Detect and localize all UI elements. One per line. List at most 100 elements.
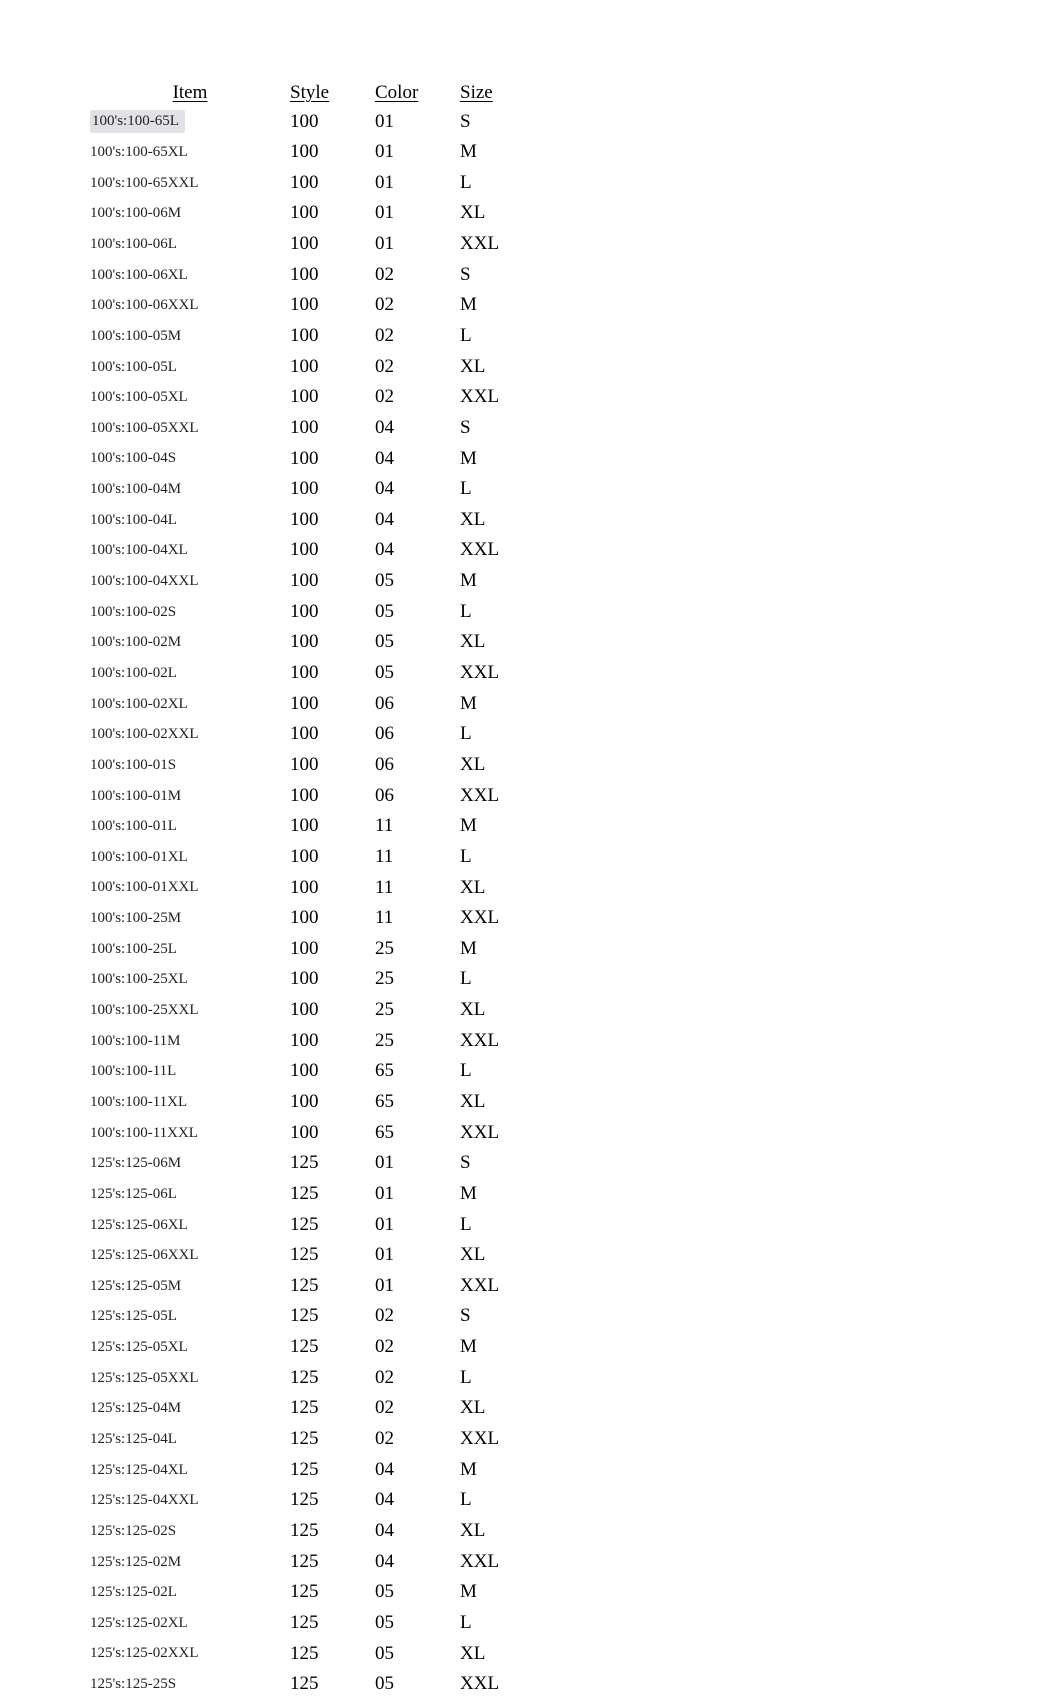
cell-style: 125 — [290, 1209, 375, 1240]
table-row: 125's:125-04XL12504M — [90, 1454, 530, 1485]
table-row: 125's:125-04M12502XL — [90, 1393, 530, 1424]
cell-color: 25 — [375, 964, 460, 995]
cell-style: 100 — [290, 535, 375, 566]
highlighted-item: 100's:100-65L — [90, 110, 185, 132]
cell-style: 100 — [290, 137, 375, 168]
cell-item: 125's:125-04L — [90, 1424, 290, 1455]
cell-item: 125's:125-05XXL — [90, 1362, 290, 1393]
cell-size: XXL — [460, 1669, 530, 1699]
table-row: 125's:125-05L12502S — [90, 1301, 530, 1332]
cell-color: 06 — [375, 780, 460, 811]
cell-item: 100's:100-06M — [90, 198, 290, 229]
cell-style: 100 — [290, 749, 375, 780]
cell-color: 04 — [375, 504, 460, 535]
cell-style: 100 — [290, 1025, 375, 1056]
cell-size: L — [460, 1607, 530, 1638]
cell-item: 100's:100-02XXL — [90, 719, 290, 750]
cell-style: 100 — [290, 167, 375, 198]
cell-size: XXL — [460, 1270, 530, 1301]
cell-style: 100 — [290, 1117, 375, 1148]
cell-color: 05 — [375, 596, 460, 627]
cell-item: 100's:100-65L — [90, 106, 290, 137]
table-row: 125's:125-02XXL12505XL — [90, 1638, 530, 1669]
cell-style: 125 — [290, 1669, 375, 1699]
cell-style: 100 — [290, 198, 375, 229]
col-header-item: Item — [90, 80, 290, 106]
cell-size: XL — [460, 504, 530, 535]
cell-color: 65 — [375, 1087, 460, 1118]
cell-item: 125's:125-05XL — [90, 1332, 290, 1363]
cell-color: 02 — [375, 1332, 460, 1363]
cell-item: 100's:100-06XXL — [90, 290, 290, 321]
table-row: 100's:100-65XXL10001L — [90, 167, 530, 198]
cell-item: 100's:100-05XL — [90, 382, 290, 413]
cell-item: 100's:100-04XL — [90, 535, 290, 566]
cell-color: 06 — [375, 749, 460, 780]
cell-item: 100's:100-02M — [90, 627, 290, 658]
cell-size: M — [460, 290, 530, 321]
cell-style: 100 — [290, 596, 375, 627]
cell-style: 100 — [290, 995, 375, 1026]
cell-style: 125 — [290, 1178, 375, 1209]
cell-size: M — [460, 1454, 530, 1485]
cell-style: 125 — [290, 1301, 375, 1332]
table-row: 100's:100-25XXL10025XL — [90, 995, 530, 1026]
cell-item: 100's:100-04M — [90, 474, 290, 505]
table-row: 100's:100-02M10005XL — [90, 627, 530, 658]
table-row: 125's:125-06XXL12501XL — [90, 1240, 530, 1271]
cell-color: 01 — [375, 1148, 460, 1179]
cell-item: 100's:100-04S — [90, 443, 290, 474]
cell-size: XL — [460, 1515, 530, 1546]
cell-style: 100 — [290, 627, 375, 658]
cell-style: 125 — [290, 1638, 375, 1669]
col-header-size: Size — [460, 80, 530, 106]
cell-style: 125 — [290, 1515, 375, 1546]
data-table: Item Style Color Size 100's:100-65L10001… — [90, 80, 530, 1699]
table-row: 100's:100-01XL10011L — [90, 841, 530, 872]
cell-color: 05 — [375, 627, 460, 658]
cell-color: 25 — [375, 995, 460, 1026]
cell-color: 01 — [375, 106, 460, 137]
cell-color: 05 — [375, 1607, 460, 1638]
cell-style: 100 — [290, 841, 375, 872]
table-row: 100's:100-11XL10065XL — [90, 1087, 530, 1118]
cell-style: 100 — [290, 382, 375, 413]
cell-size: M — [460, 137, 530, 168]
cell-style: 100 — [290, 290, 375, 321]
cell-size: L — [460, 719, 530, 750]
cell-color: 02 — [375, 382, 460, 413]
cell-style: 100 — [290, 106, 375, 137]
table-row: 100's:100-01XXL10011XL — [90, 872, 530, 903]
cell-color: 05 — [375, 658, 460, 689]
cell-item: 100's:100-11XL — [90, 1087, 290, 1118]
cell-style: 125 — [290, 1607, 375, 1638]
cell-color: 01 — [375, 1209, 460, 1240]
table-row: 100's:100-04M10004L — [90, 474, 530, 505]
cell-color: 05 — [375, 1638, 460, 1669]
cell-size: XL — [460, 1393, 530, 1424]
cell-item: 100's:100-01S — [90, 749, 290, 780]
cell-style: 100 — [290, 933, 375, 964]
cell-color: 05 — [375, 1669, 460, 1699]
cell-item: 100's:100-65XL — [90, 137, 290, 168]
cell-color: 01 — [375, 1270, 460, 1301]
cell-size: XXL — [460, 1025, 530, 1056]
cell-size: XXL — [460, 229, 530, 260]
cell-item: 100's:100-01L — [90, 811, 290, 842]
cell-size: XL — [460, 351, 530, 382]
cell-style: 125 — [290, 1454, 375, 1485]
cell-size: XXL — [460, 658, 530, 689]
cell-color: 06 — [375, 688, 460, 719]
table-row: 100's:100-04XXL10005M — [90, 566, 530, 597]
cell-color: 11 — [375, 811, 460, 842]
cell-style: 125 — [290, 1577, 375, 1608]
cell-color: 04 — [375, 1515, 460, 1546]
table-row: 125's:125-05XXL12502L — [90, 1362, 530, 1393]
cell-color: 01 — [375, 137, 460, 168]
cell-size: L — [460, 841, 530, 872]
cell-item: 125's:125-06XXL — [90, 1240, 290, 1271]
cell-size: XXL — [460, 535, 530, 566]
cell-item: 125's:125-02S — [90, 1515, 290, 1546]
table-row: 100's:100-25XL10025L — [90, 964, 530, 995]
cell-size: XXL — [460, 1424, 530, 1455]
